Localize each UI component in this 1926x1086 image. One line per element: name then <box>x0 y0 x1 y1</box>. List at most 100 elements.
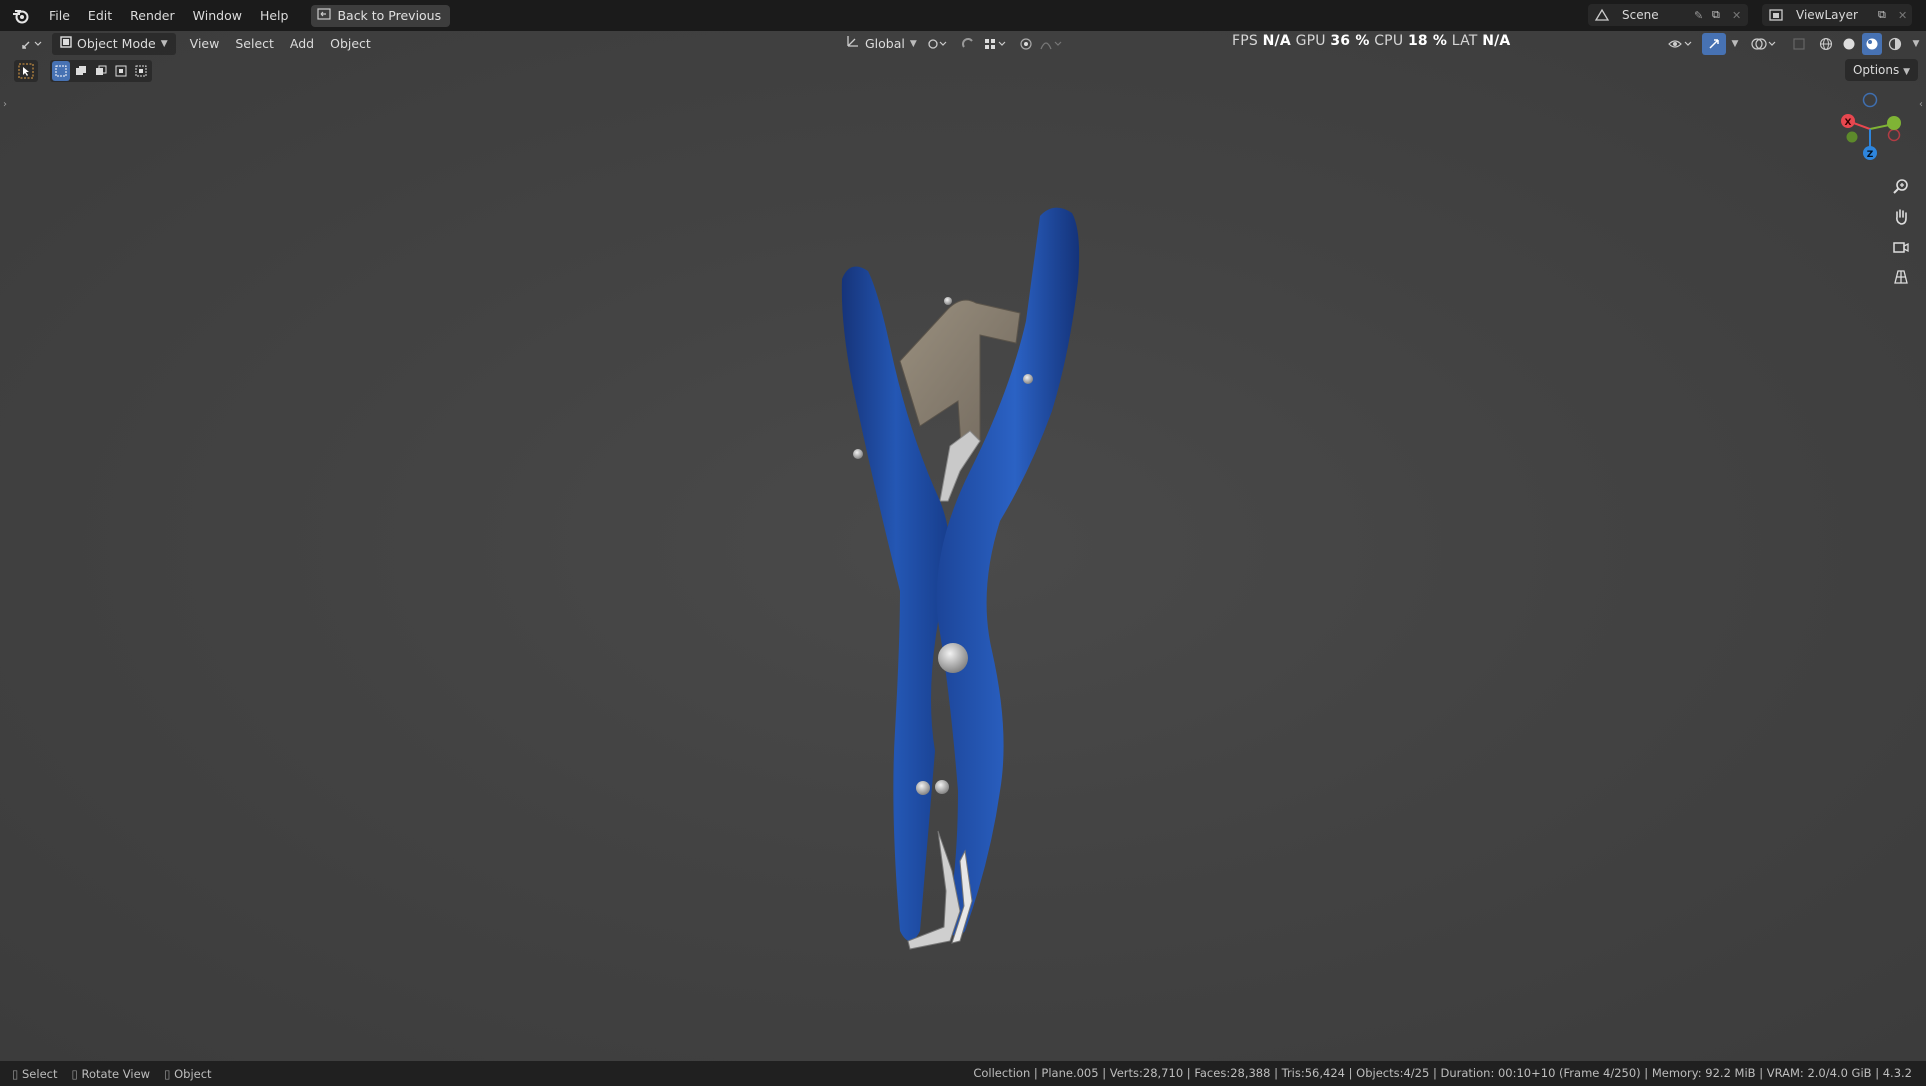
status-hint-object: ▯ Object <box>164 1067 211 1081</box>
hint-select-label: Select <box>22 1066 58 1081</box>
header-menu-object[interactable]: Object <box>322 33 379 55</box>
wireframe-shading-icon[interactable] <box>1816 33 1836 55</box>
status-bar: ▯ Select ▯ Rotate View ▯ Object Collecti… <box>0 1061 1926 1086</box>
rendered-shading-icon[interactable] <box>1885 33 1905 55</box>
delete-viewlayer-icon[interactable]: ✕ <box>1898 9 1912 22</box>
x-axis-label: X <box>1845 118 1852 128</box>
rivet <box>1023 374 1033 384</box>
select-intersect-icon[interactable] <box>132 61 150 81</box>
new-scene-icon[interactable]: ⧉ <box>1712 8 1732 22</box>
viewport-header: Object Mode ▼ View Select Add Object Glo… <box>0 31 1926 57</box>
rivet <box>916 781 930 795</box>
cpu-value: 18 % <box>1407 33 1448 49</box>
toolbar-expand-icon[interactable]: › <box>3 99 7 110</box>
editor-type-icon[interactable] <box>16 33 46 55</box>
chevron-down-icon: ▼ <box>1903 67 1910 77</box>
new-viewlayer-icon[interactable]: ⧉ <box>1878 8 1898 22</box>
chevron-down-icon: ▼ <box>160 39 168 49</box>
zoom-view-icon[interactable] <box>1888 174 1914 200</box>
neg-z-axis-handle[interactable] <box>1862 92 1878 108</box>
delete-scene-icon[interactable]: ✕ <box>1732 9 1748 22</box>
viewlayer-name[interactable]: ViewLayer <box>1790 8 1878 22</box>
snap-target-icon[interactable] <box>980 33 1010 55</box>
ortho-perspective-toggle-icon[interactable] <box>1888 264 1914 290</box>
mouse-middle-icon: ▯ <box>71 1066 78 1081</box>
y-axis-handle[interactable] <box>1887 116 1901 130</box>
menu-window[interactable]: Window <box>184 5 251 27</box>
blender-logo-icon[interactable] <box>10 5 32 27</box>
back-icon <box>317 5 332 27</box>
z-axis-label: Z <box>1867 150 1874 160</box>
mouse-left-icon: ▯ <box>12 1066 19 1081</box>
lat-value: N/A <box>1482 33 1511 49</box>
status-hint-select: ▯ Select <box>12 1067 57 1081</box>
scene-selector[interactable]: Scene ✎ ⧉ ✕ <box>1588 4 1748 26</box>
shading-dropdown-icon[interactable]: ▼ <box>1908 33 1924 55</box>
object-mode-icon <box>60 33 72 55</box>
rivet <box>853 449 863 459</box>
shading-mode-group: ▼ <box>1816 33 1924 55</box>
gizmo-toggle-icon[interactable] <box>1702 33 1726 55</box>
mouse-right-icon: ▯ <box>164 1066 171 1081</box>
options-label: Options <box>1852 63 1900 77</box>
snap-toggle-icon[interactable] <box>956 33 980 55</box>
visibility-selectability-icon[interactable] <box>1664 33 1696 55</box>
proportional-edit-icon[interactable] <box>1014 33 1038 55</box>
mode-selector[interactable]: Object Mode ▼ <box>52 33 176 55</box>
menu-file[interactable]: File <box>40 5 79 27</box>
pan-view-icon[interactable] <box>1888 204 1914 230</box>
header-menu-add[interactable]: Add <box>282 33 322 55</box>
cpu-label: CPU <box>1374 33 1404 49</box>
fps-value: N/A <box>1262 33 1291 49</box>
header-menu-view[interactable]: View <box>182 33 228 55</box>
viewlayer-selector[interactable]: ViewLayer ⧉ ✕ <box>1762 4 1912 26</box>
transform-orientation-selector[interactable]: Global ▼ <box>838 33 925 55</box>
menu-edit[interactable]: Edit <box>79 5 121 27</box>
mode-label: Object Mode <box>77 36 156 51</box>
pin-icon[interactable]: ✎ <box>1694 9 1712 22</box>
gizmo-dropdown-icon[interactable]: ▼ <box>1726 33 1744 55</box>
pliers-3d-object[interactable] <box>820 171 1100 971</box>
neg-x-axis-handle[interactable] <box>1887 128 1901 142</box>
viewlayer-icon <box>1762 8 1790 22</box>
solid-shading-icon[interactable] <box>1839 33 1859 55</box>
select-invert-icon[interactable] <box>112 61 130 81</box>
menu-help[interactable]: Help <box>251 5 298 27</box>
falloff-icon[interactable] <box>1036 33 1066 55</box>
top-menu-bar: File Edit Render Window Help Back to Pre… <box>0 0 1926 31</box>
chevron-down-icon: ▼ <box>909 39 917 49</box>
rivet <box>935 780 949 794</box>
hint-rotate-label: Rotate View <box>81 1066 151 1081</box>
scene-icon <box>1588 8 1616 22</box>
back-to-previous-label: Back to Previous <box>337 7 442 23</box>
tool-settings-row <box>14 60 152 82</box>
camera-view-icon[interactable] <box>1888 234 1914 260</box>
overlays-icon[interactable] <box>1748 33 1780 55</box>
blender-window: File Edit Render Window Help Back to Pre… <box>0 0 1926 1086</box>
xray-toggle-icon[interactable] <box>1790 33 1808 55</box>
options-dropdown[interactable]: Options ▼ <box>1844 59 1918 81</box>
status-hint-rotate: ▯ Rotate View <box>71 1067 150 1081</box>
gpu-label: GPU <box>1295 33 1326 49</box>
sidebar-expand-icon[interactable]: ‹ <box>1919 99 1923 110</box>
select-subtract-icon[interactable] <box>92 61 110 81</box>
header-menu-select[interactable]: Select <box>227 33 282 55</box>
scene-name[interactable]: Scene <box>1616 8 1694 22</box>
selection-mode-group <box>50 60 152 82</box>
orientation-label: Global <box>865 36 905 51</box>
orientation-icon <box>846 33 860 55</box>
select-tool-icon[interactable] <box>14 60 38 82</box>
material-preview-shading-icon[interactable] <box>1862 33 1882 55</box>
fps-label: FPS <box>1232 33 1258 49</box>
gpu-value: 36 % <box>1330 33 1370 49</box>
neg-y-axis-handle[interactable] <box>1846 131 1858 143</box>
back-to-previous-button[interactable]: Back to Previous <box>311 4 451 27</box>
select-extend-icon[interactable] <box>72 61 90 81</box>
3d-viewport[interactable]: Object Mode ▼ View Select Add Object Glo… <box>0 31 1926 1061</box>
performance-stats: FPS N/A GPU 36 % CPU 18 % LAT N/A <box>1232 33 1510 49</box>
rivet <box>944 297 952 305</box>
hint-object-label: Object <box>174 1066 212 1081</box>
select-new-icon[interactable] <box>52 61 70 81</box>
menu-render[interactable]: Render <box>121 5 184 27</box>
pivot-point-icon[interactable] <box>922 33 952 55</box>
